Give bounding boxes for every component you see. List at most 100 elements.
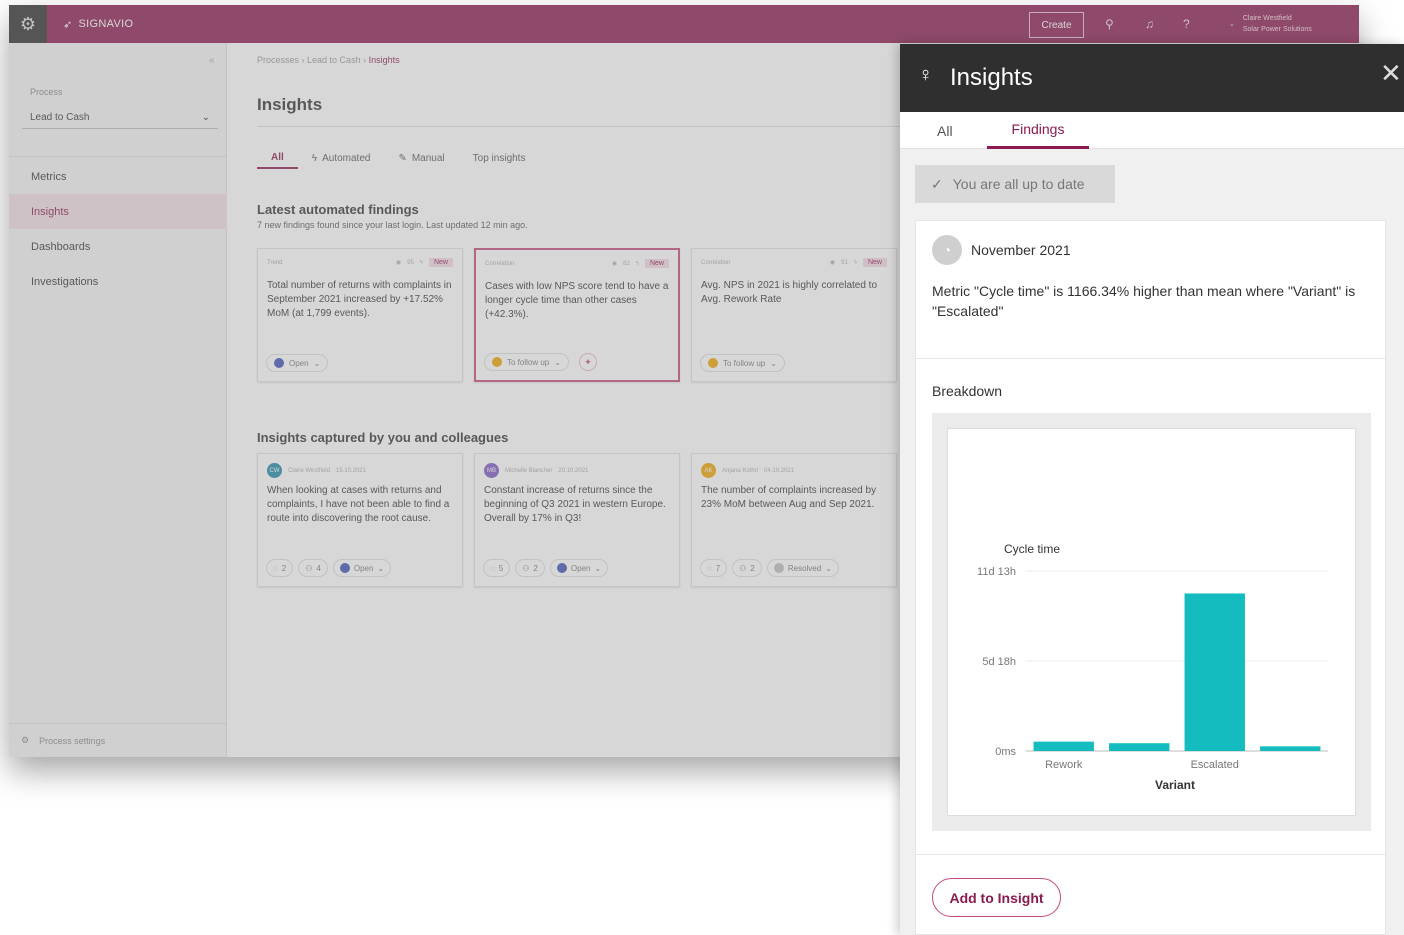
tab-label: Top insights [472,152,526,164]
chart-container: 0ms 5d 18h 11d 13h Rework Escalated Cycle tim… [932,413,1371,831]
people-button[interactable]: ⚇ 4 [298,559,328,577]
sidebar-item-metrics[interactable]: Metrics [9,159,227,194]
avatar: MB [484,463,499,478]
user-menu[interactable]: ⌄ Claire Westfield Solar Power Solutions [1229,13,1312,35]
finding-type: Trend [267,259,283,266]
insight-date: 04.10.2021 [764,467,795,474]
eye-icon: ◉ [395,260,402,266]
pin-icon[interactable]: ✦ [579,353,597,371]
brand-logo: ➶ SIGNAVIO [63,5,133,43]
tab-automated[interactable]: ϟ Automated [298,147,385,169]
finding-date-row: ◔ November 2021 [932,235,1071,265]
insight-card[interactable]: MB Michelle Blancher 20.10.2021 Constant i… [474,453,680,587]
tab-top-insights[interactable]: Top insights [459,147,540,169]
user-name: Claire Westfield [1242,15,1292,22]
bell-icon[interactable]: ♫ [1145,17,1154,31]
card-footer: ◌ 7 ⚇ 2 Resolved ⌄ [700,559,839,577]
finding-card[interactable]: Correlation ◉ 91 ϟ New Avg. NPS in 2021 is h… [691,248,897,382]
status-dropdown[interactable]: To follow up ⌄ [700,354,785,372]
up-to-date-button[interactable]: ✓ You are all up to date [915,165,1115,203]
bar [1260,746,1321,751]
signavio-logo-icon: ➶ [63,18,73,31]
app-switcher-icon[interactable]: ⚙ [9,5,47,43]
finding-card[interactable]: Correlation ◉ 82 ϟ New Cases with low NPS sc… [474,248,680,382]
insight-card[interactable]: CW Claire Westfield 15.10.2021 When lookin… [257,453,463,587]
chevron-down-icon: ⌄ [770,358,777,368]
process-settings-label: Process settings [39,735,106,746]
sidebar-item-dashboards[interactable]: Dashboards [9,229,227,264]
new-badge: New [862,258,887,267]
lightbulb-icon: ♀ [918,64,933,86]
add-to-insight-button[interactable]: Add to Insight [932,878,1061,917]
breadcrumb: Processes › Lead to Cash › Insights [257,55,400,65]
new-badge: New [428,258,453,267]
tab-manual[interactable]: ✎ Manual [384,147,458,169]
bar [1033,741,1094,751]
up-to-date-label: You are all up to date [952,176,1085,192]
eye-icon: ◉ [611,261,618,267]
collapse-sidebar-icon[interactable]: « [209,55,215,66]
sidebar-item-insights[interactable]: Insights [9,194,227,229]
view-count: 91 [841,259,848,266]
tab-all[interactable]: All [937,112,953,149]
panel-header: ♀ Insights ✕ [900,44,1404,112]
comments-button[interactable]: ◌ 5 [483,559,511,577]
insights-panel: ♀ Insights ✕ All Findings ✓ You are all … [900,44,1404,935]
help-icon[interactable]: ? [1183,17,1190,31]
people-button[interactable]: ⚇ 2 [515,559,545,577]
tab-findings[interactable]: Findings [987,112,1089,149]
latest-findings-subtitle: 7 new findings found since your last log… [257,220,528,230]
main-content: Processes › Lead to Cash › Insights Insi… [227,43,907,757]
tab-all[interactable]: All [257,147,298,169]
x-tick-label: Escalated [1191,759,1239,771]
comments-button[interactable]: ◌ 7 [700,559,728,577]
breadcrumb-lead-to-cash[interactable]: Lead to Cash [307,55,361,65]
captured-insights-title: Insights captured by you and colleagues [257,430,509,445]
brand-name: SIGNAVIO [78,18,134,30]
finding-detail-card: ◔ November 2021 Metric "Cycle time" is 1… [915,220,1387,935]
card-meta: MB Michelle Blancher 20.10.2021 [484,463,670,478]
process-settings-link[interactable]: ⚙ Process settings [9,723,227,757]
latest-findings-title: Latest automated findings [257,202,419,217]
comment-count: 5 [498,563,504,573]
finding-card[interactable]: Trend ◉ 95 ϟ New Total number of returns wit… [257,248,463,382]
search-icon[interactable]: ⚲ [1105,17,1114,31]
insight-text: When looking at cases with returns and c… [267,485,450,524]
status-dropdown[interactable]: Open ⌄ [266,354,329,372]
top-bar: ⚙ ➶ SIGNAVIO Create ⚲ ♫ ? ⌄ Claire Westf… [9,5,1359,43]
process-label: Process [30,87,63,97]
insight-card[interactable]: AK Anjana Kothri 04.10.2021 The number of … [691,453,897,587]
check-icon: ✓ [931,175,943,192]
people-button[interactable]: ⚇ 2 [732,559,762,577]
process-select[interactable]: Lead to Cash ⌄ [22,107,218,129]
comment-icon: ◌ [707,563,712,573]
status-dropdown[interactable]: Open ⌄ [332,559,392,577]
close-icon[interactable]: ✕ [1380,58,1402,89]
sidebar-item-investigations[interactable]: Investigations [9,264,227,299]
chevron-down-icon: ⌄ [554,357,561,367]
people-icon: ⚇ [522,563,530,573]
card-meta: AK Anjana Kothri 04.10.2021 [701,463,887,478]
divider [916,358,1387,359]
bolt-icon: ϟ [853,259,857,266]
status-label: Resolved [787,563,822,573]
people-count: 2 [533,563,538,573]
finding-description: Metric "Cycle time" is 1166.34% higher t… [932,283,1356,319]
status-dot [708,358,718,368]
chart-card: 0ms 5d 18h 11d 13h Rework Escalated Cycle tim… [947,428,1356,816]
status-dropdown[interactable]: To follow up ⌄ [484,353,569,371]
breakdown-label: Breakdown [932,383,1003,399]
comment-icon: ◌ [273,563,278,573]
y-tick-label: 5d 18h [982,656,1016,668]
status-dropdown[interactable]: Resolved ⌄ [766,559,839,577]
breadcrumb-processes[interactable]: Processes [257,55,299,65]
comments-button[interactable]: ◌ 2 [266,559,294,577]
insight-date: 15.10.2021 [335,467,366,474]
create-button[interactable]: Create [1029,12,1084,38]
insight-text: The number of complaints increased by 23… [701,485,877,510]
breadcrumb-insights: Insights [368,55,400,65]
y-tick-label: 0ms [995,746,1016,758]
status-dropdown[interactable]: Open ⌄ [549,559,609,577]
card-footer: ◌ 5 ⚇ 2 Open ⌄ [483,559,609,577]
divider [916,854,1387,855]
